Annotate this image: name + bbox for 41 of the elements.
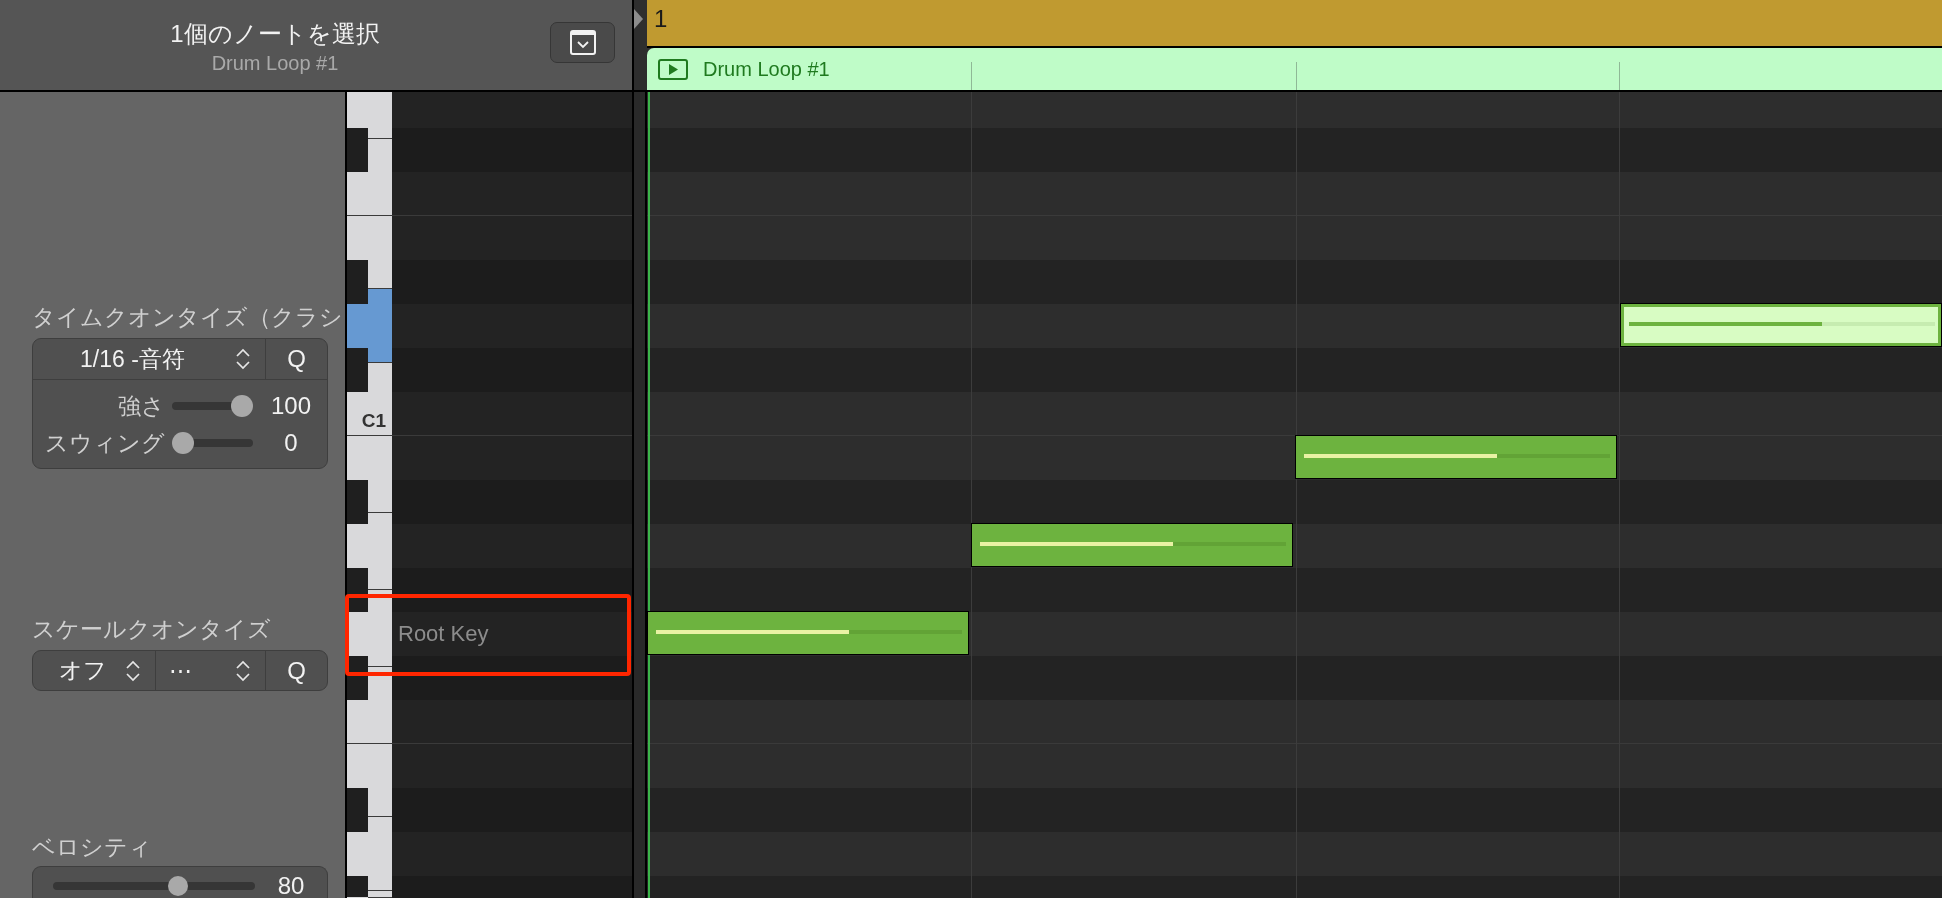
lane-label: Root Key (398, 621, 489, 647)
piano-key[interactable] (347, 876, 368, 898)
midi-note[interactable] (647, 611, 969, 655)
section-label: ベロシティ (32, 833, 152, 861)
scale-type-dropdown[interactable]: ⋯ (155, 651, 265, 690)
midi-note[interactable] (1295, 435, 1617, 479)
play-icon (658, 58, 688, 80)
slider[interactable] (172, 432, 253, 454)
slider-thumb[interactable] (172, 432, 194, 454)
bar-number: 1 (654, 5, 668, 32)
slider-value: 100 (269, 392, 312, 420)
scale-mode-dropdown[interactable]: オフ (33, 651, 155, 690)
header-title: 1個のノートを選択 (170, 20, 380, 48)
slider-thumb[interactable] (231, 395, 253, 417)
piano-key[interactable] (347, 289, 392, 362)
slider[interactable] (172, 395, 253, 417)
slider-thumb[interactable] (167, 876, 188, 896)
updown-chevron-icon (125, 658, 141, 683)
view-toggle-button[interactable] (550, 22, 615, 63)
midi-note[interactable] (1620, 303, 1942, 347)
slider-value: 80 (276, 876, 306, 896)
piano-key[interactable] (347, 513, 392, 589)
chevron-panel-icon (569, 30, 596, 55)
quantize-value-dropdown[interactable]: 1/16 -音符 (33, 339, 265, 379)
velocity-slider[interactable] (53, 876, 255, 896)
section-label: タイムクオンタイズ（クラシ (32, 303, 343, 331)
updown-chevron-icon (235, 658, 251, 683)
piano-key[interactable] (347, 590, 392, 666)
slider-label: 強さ (117, 392, 165, 420)
header-subtitle: Drum Loop #1 (211, 51, 339, 75)
slider-value: 0 (283, 429, 299, 457)
quantize-button[interactable]: Q (265, 339, 327, 379)
region-name: Drum Loop #1 (703, 57, 830, 81)
midi-note[interactable] (971, 523, 1293, 567)
triangle-icon (634, 9, 643, 29)
slider-label: スウィング (44, 429, 165, 457)
piano-key[interactable]: C1 (347, 363, 392, 435)
updown-chevron-icon (235, 347, 251, 371)
quantize-button[interactable]: Q (265, 651, 327, 690)
section-label: スケールクオンタイズ (32, 615, 271, 643)
region-header[interactable]: Drum Loop #1 (647, 48, 1942, 90)
